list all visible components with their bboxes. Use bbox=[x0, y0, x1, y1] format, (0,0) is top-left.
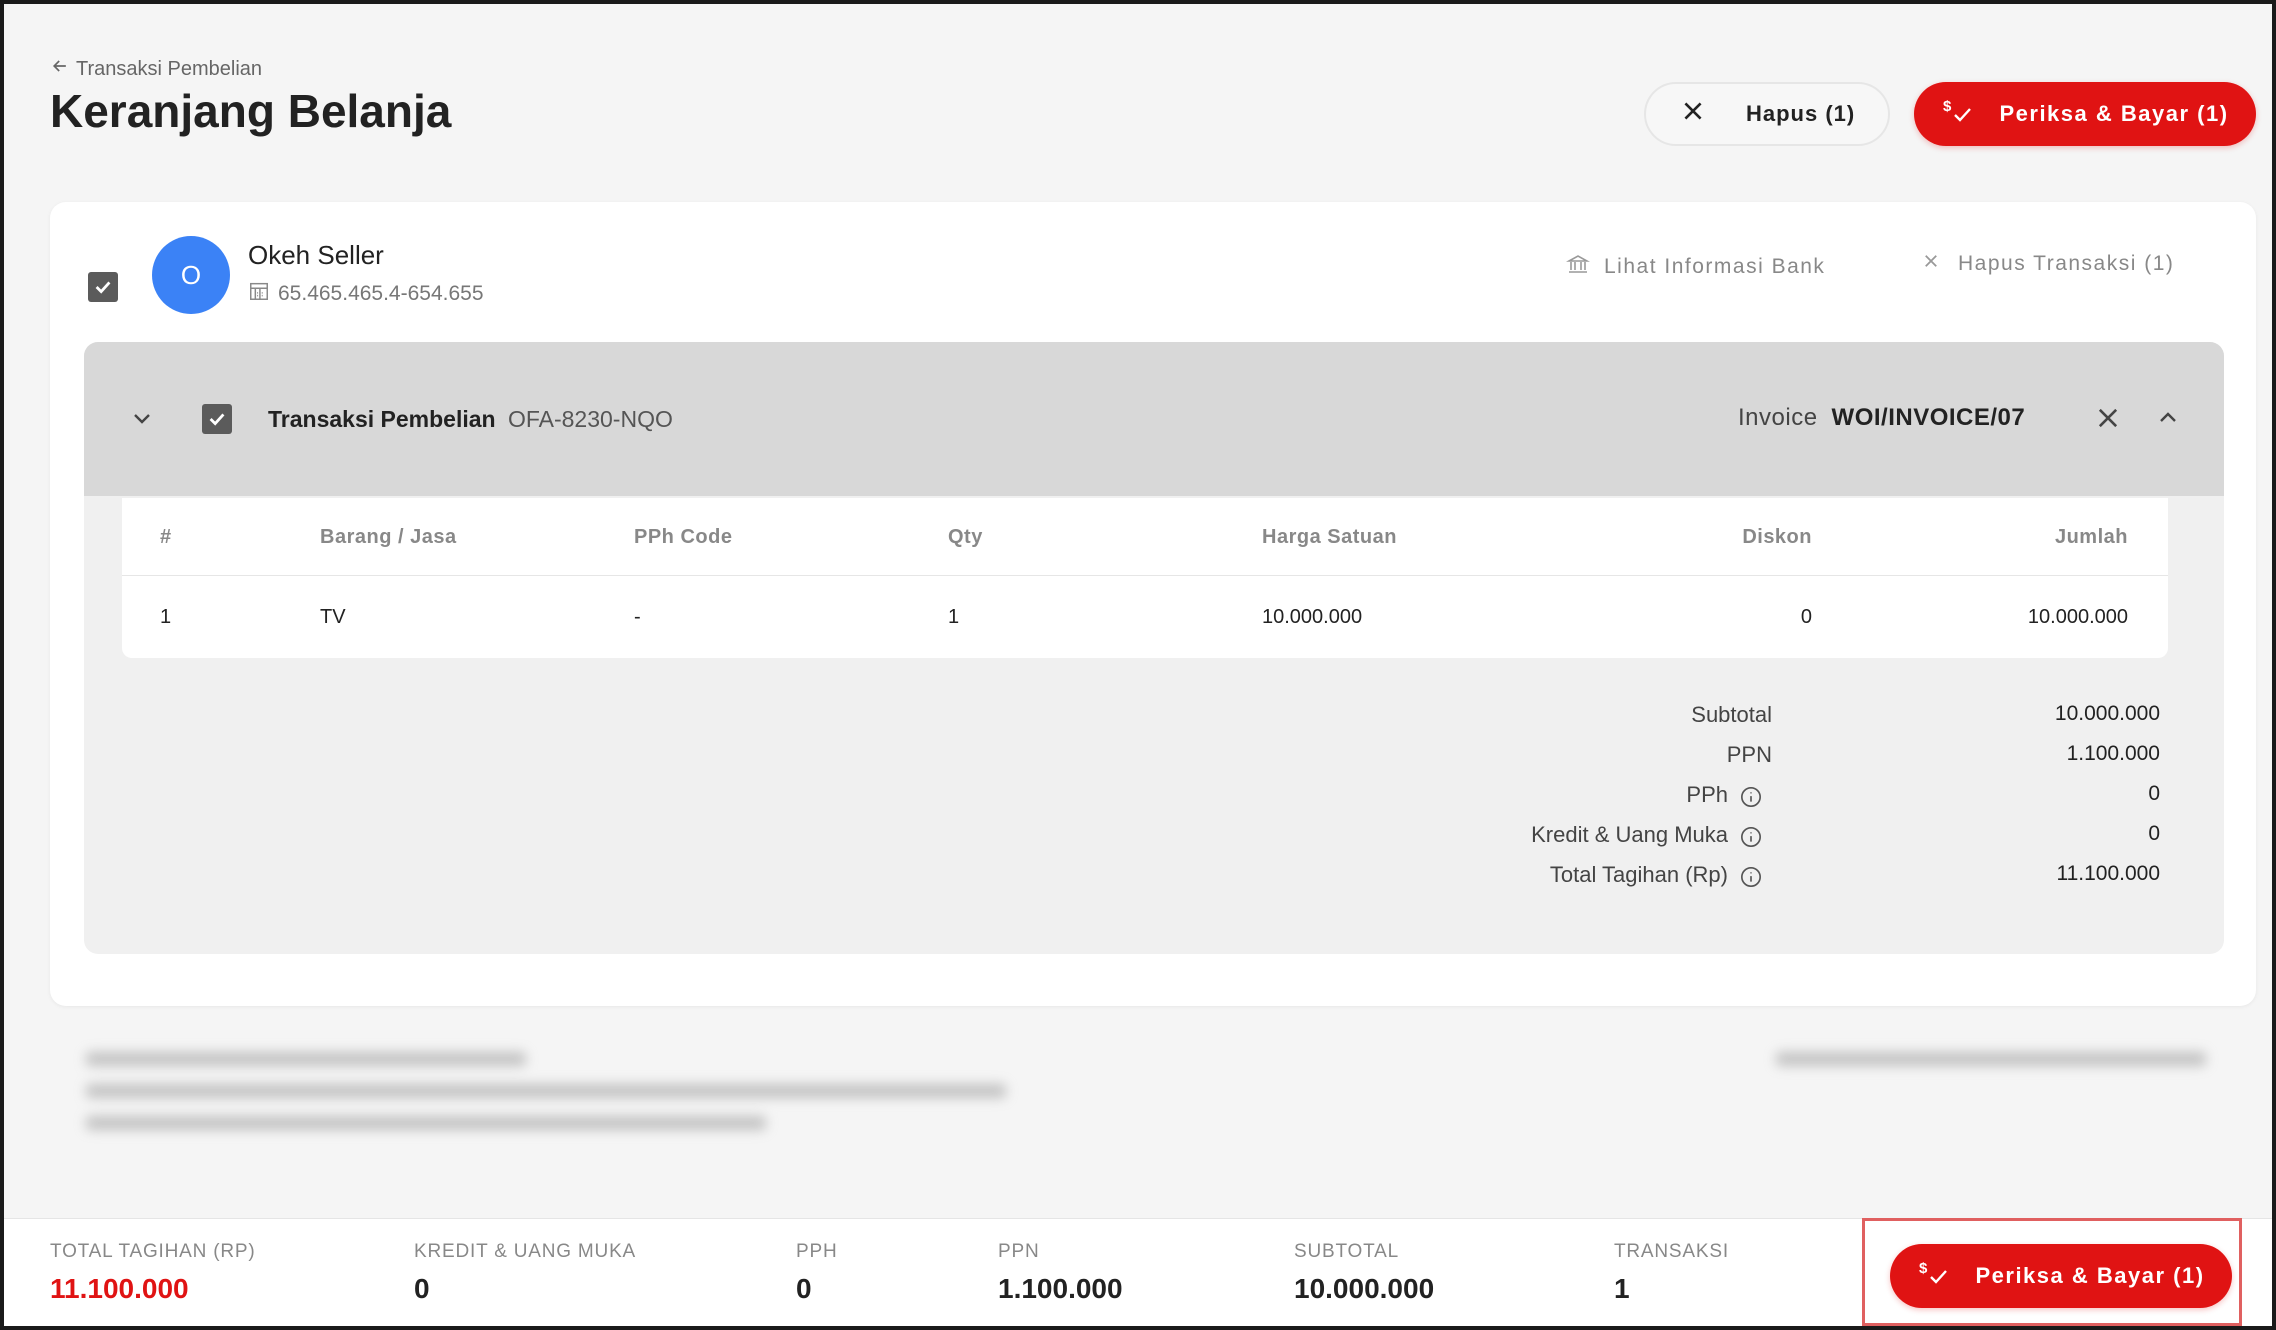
breadcrumb[interactable]: Transaksi Pembelian bbox=[50, 56, 262, 82]
cell-item: TV bbox=[320, 605, 346, 628]
ppn-value: 1.100.000 bbox=[2066, 742, 2160, 765]
chevron-down-icon[interactable] bbox=[130, 406, 154, 430]
ppn-row: PPN 1.100.000 bbox=[84, 742, 2224, 782]
footer-kredit-label: KREDIT & UANG MUKA bbox=[414, 1241, 637, 1262]
info-icon[interactable] bbox=[1740, 826, 1762, 848]
footer-kredit-value: 0 bbox=[414, 1273, 430, 1304]
blurred-notice bbox=[86, 1044, 2226, 1144]
cell-pph: - bbox=[634, 605, 641, 628]
invoice-label: Invoice bbox=[1738, 404, 1818, 431]
periksa-bayar-button-top[interactable]: $ Periksa & Bayar (1) bbox=[1914, 82, 2256, 146]
footer-total-value: 11.100.000 bbox=[50, 1273, 189, 1304]
cell-jumlah: 10.000.000 bbox=[2027, 605, 2128, 628]
checkbox-icon bbox=[209, 413, 225, 426]
footer-subtotal: SUBTOTAL 10.000.000 bbox=[1294, 1241, 1434, 1305]
lihat-informasi-bank-link[interactable]: Lihat Informasi Bank bbox=[1565, 252, 1826, 282]
seller-name: Okeh Seller bbox=[248, 240, 384, 270]
hapus-button-label: Hapus (1) bbox=[1746, 101, 1856, 126]
footer-pph: PPH 0 bbox=[796, 1241, 837, 1305]
column-header: Harga Satuan bbox=[1262, 525, 1397, 548]
app-frame: Transaksi Pembelian Keranjang Belanja Ha… bbox=[0, 0, 2276, 1330]
arrow-left-icon bbox=[50, 56, 70, 82]
pph-value: 0 bbox=[2148, 782, 2160, 805]
close-icon bbox=[1680, 98, 1706, 130]
transaction-panel: Transaksi Pembelian OFA-8230-NQO Invoice… bbox=[84, 342, 2224, 954]
payment-check-icon: $ bbox=[1941, 95, 1973, 133]
column-header: Barang / Jasa bbox=[320, 525, 457, 548]
column-header: # bbox=[160, 525, 172, 548]
transaction-title: Transaksi Pembelian OFA-8230-NQO bbox=[268, 406, 673, 433]
column-header: PPh Code bbox=[634, 525, 733, 548]
info-icon[interactable] bbox=[1740, 866, 1762, 888]
breadcrumb-label: Transaksi Pembelian bbox=[76, 57, 263, 80]
footer-subtotal-value: 10.000.000 bbox=[1294, 1273, 1435, 1304]
seller-card: O Okeh Seller 65.465.465.4-654.655 Lihat… bbox=[50, 202, 2256, 1006]
footer-transaksi-label: TRANSAKSI bbox=[1614, 1241, 1729, 1262]
svg-text:$: $ bbox=[1943, 98, 1953, 115]
transaction-header: Transaksi Pembelian OFA-8230-NQO Invoice… bbox=[84, 342, 2224, 496]
column-header: Jumlah bbox=[2054, 525, 2128, 548]
footer-subtotal-label: SUBTOTAL bbox=[1294, 1241, 1399, 1262]
info-icon[interactable] bbox=[1740, 786, 1762, 808]
transaction-code: OFA-8230-NQO bbox=[507, 406, 673, 432]
footer-pph-value: 0 bbox=[796, 1273, 812, 1304]
npwp-value: 65.465.465.4-654.655 bbox=[278, 282, 484, 305]
hapus-transaksi-link[interactable]: Hapus Transaksi (1) bbox=[1922, 252, 2174, 276]
ppn-label: PPN bbox=[1726, 742, 1772, 767]
svg-text:$: $ bbox=[1919, 1260, 1929, 1277]
transaction-checkbox[interactable] bbox=[202, 404, 232, 434]
subtotal-value: 10.000.000 bbox=[2054, 702, 2160, 725]
cell-harga: 10.000.000 bbox=[1262, 605, 1363, 628]
seller-npwp: 65.465.465.4-654.655 bbox=[248, 280, 484, 308]
periksa-bayar-label: Periksa & Bayar (1) bbox=[1975, 1263, 2205, 1288]
total-label: Total Tagihan (Rp) bbox=[1549, 862, 1728, 887]
column-header: Qty bbox=[948, 525, 983, 548]
chevron-up-icon[interactable] bbox=[2156, 406, 2180, 430]
footer-transaksi-value: 1 bbox=[1614, 1273, 1630, 1304]
total-value: 11.100.000 bbox=[2056, 862, 2160, 885]
items-table: # Barang / Jasa PPh Code Qty Harga Satua… bbox=[122, 498, 2168, 658]
kredit-label: Kredit & Uang Muka bbox=[1531, 822, 1728, 847]
hapus-transaksi-label: Hapus Transaksi (1) bbox=[1958, 252, 2175, 275]
hapus-button[interactable]: Hapus (1) bbox=[1644, 82, 1890, 146]
footer-kredit: KREDIT & UANG MUKA 0 bbox=[414, 1241, 636, 1305]
seller-checkbox[interactable] bbox=[88, 272, 118, 302]
kredit-row: Kredit & Uang Muka 0 bbox=[84, 822, 2224, 862]
avatar: O bbox=[152, 236, 230, 314]
invoice-info: Invoice WOI/INVOICE/07 bbox=[1738, 404, 2025, 432]
close-icon bbox=[1922, 252, 1940, 276]
column-header: Diskon bbox=[1742, 525, 1812, 548]
cell-qty: 1 bbox=[948, 605, 960, 628]
invoice-number: WOI/INVOICE/07 bbox=[1831, 404, 2026, 431]
bank-icon bbox=[1565, 252, 1591, 282]
footer-transaksi: TRANSAKSI 1 bbox=[1614, 1241, 1729, 1305]
pph-label: PPh bbox=[1686, 782, 1728, 807]
transaction-label: Transaksi Pembelian bbox=[268, 406, 496, 432]
footer-ppn-label: PPN bbox=[998, 1241, 1040, 1262]
footer-ppn-value: 1.100.000 bbox=[998, 1273, 1123, 1304]
cell-diskon: 0 bbox=[1800, 605, 1812, 628]
footer-total: TOTAL TAGIHAN (RP) 11.100.000 bbox=[50, 1241, 255, 1305]
close-icon[interactable] bbox=[2094, 404, 2122, 432]
footer-pph-label: PPH bbox=[796, 1241, 838, 1262]
total-row: Total Tagihan (Rp) 11.100.000 bbox=[84, 862, 2224, 902]
kredit-value: 0 bbox=[2148, 822, 2160, 845]
subtotal-label: Subtotal bbox=[1691, 702, 1772, 727]
periksa-bayar-label: Periksa & Bayar (1) bbox=[1999, 101, 2229, 126]
checkbox-icon bbox=[95, 281, 111, 294]
table-header: # Barang / Jasa PPh Code Qty Harga Satua… bbox=[122, 498, 2168, 576]
pph-row: PPh 0 bbox=[84, 782, 2224, 822]
footer-ppn: PPN 1.100.000 bbox=[998, 1241, 1123, 1305]
table-row: 1 TV - 1 10.000.000 0 10.000.000 bbox=[122, 578, 2168, 656]
cell-no: 1 bbox=[160, 605, 172, 628]
page-title: Keranjang Belanja bbox=[50, 85, 452, 137]
payment-check-icon: $ bbox=[1917, 1257, 1949, 1295]
bank-link-label: Lihat Informasi Bank bbox=[1604, 255, 1826, 278]
npwp-building-icon bbox=[248, 280, 270, 308]
periksa-bayar-button-bottom[interactable]: $ Periksa & Bayar (1) bbox=[1890, 1244, 2232, 1308]
subtotal-row: Subtotal 10.000.000 bbox=[84, 702, 2224, 742]
footer-total-label: TOTAL TAGIHAN (RP) bbox=[50, 1241, 256, 1262]
